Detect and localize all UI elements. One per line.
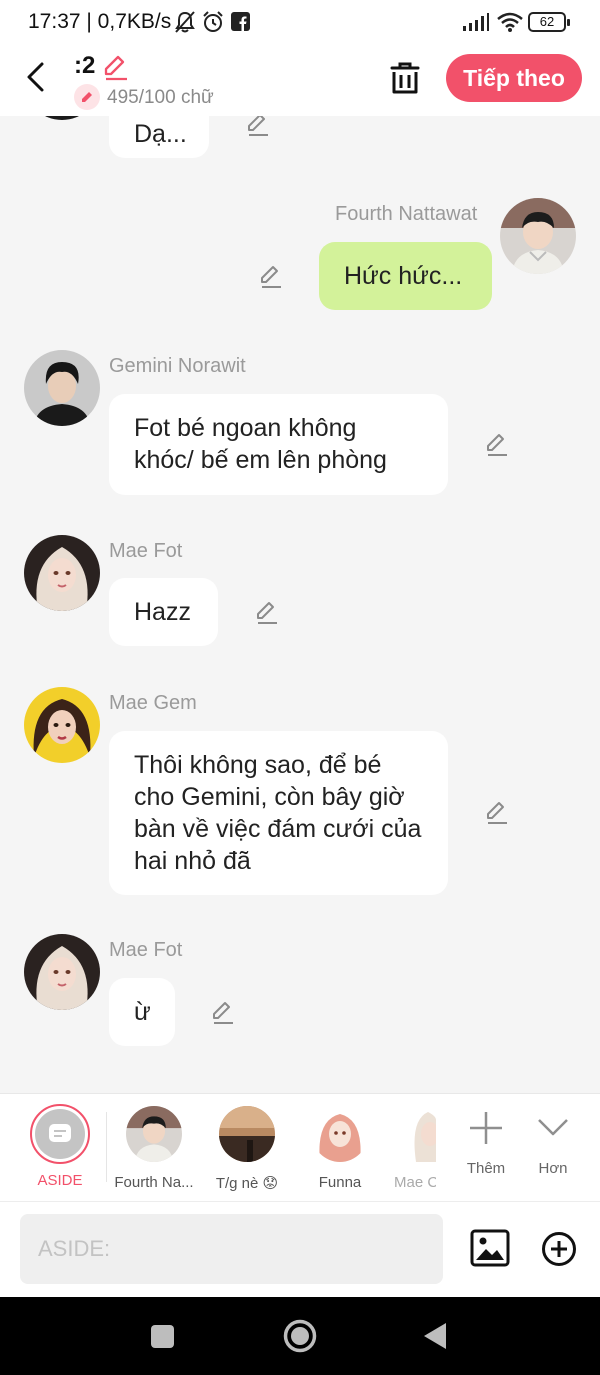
chat-area[interactable]: Dạ... Fourth Nattawat Hức hức... Gemini … bbox=[0, 116, 600, 1093]
character-mae[interactable]: Mae C bbox=[380, 1104, 436, 1191]
message-text: Dạ... bbox=[134, 120, 187, 148]
next-button[interactable]: Tiếp theo bbox=[446, 54, 582, 102]
avatar-gemini[interactable] bbox=[24, 350, 100, 426]
character-label: Fourth Na... bbox=[114, 1174, 194, 1191]
signal-icon bbox=[463, 13, 489, 31]
message-text: ừ bbox=[134, 998, 151, 1026]
message-bubble[interactable]: ừ bbox=[109, 978, 175, 1046]
character-avatar bbox=[126, 1106, 182, 1162]
message-bubble[interactable]: Fot bé ngoan không khóc/ bế em lên phòng bbox=[109, 394, 448, 495]
character-avatar bbox=[219, 1106, 275, 1162]
sender-name: Mae Gem bbox=[109, 692, 197, 714]
home-icon[interactable] bbox=[283, 1319, 317, 1353]
wifi-icon bbox=[497, 12, 523, 32]
edit-message-icon[interactable] bbox=[484, 800, 510, 826]
back-arrow-icon[interactable] bbox=[22, 60, 52, 94]
word-count-pencil-icon bbox=[74, 84, 100, 110]
character-aside[interactable]: ASIDE bbox=[15, 1104, 105, 1189]
back-nav-icon[interactable] bbox=[422, 1321, 448, 1351]
sender-name: Mae Fot bbox=[109, 540, 183, 562]
message-text: Hức hức... bbox=[344, 262, 463, 290]
edit-message-icon[interactable] bbox=[258, 264, 284, 290]
alarm-icon bbox=[203, 11, 223, 32]
plus-icon bbox=[470, 1112, 502, 1144]
edit-message-icon[interactable] bbox=[254, 600, 280, 626]
collapse-button[interactable]: Hơn bbox=[508, 1104, 598, 1177]
avatar-mae-gem[interactable] bbox=[24, 687, 100, 763]
character-label: ASIDE bbox=[37, 1172, 83, 1189]
message-text: Hazz bbox=[134, 598, 191, 626]
character-funna[interactable]: Funna bbox=[295, 1104, 385, 1191]
avatar-fourth[interactable] bbox=[500, 198, 576, 274]
edit-message-icon[interactable] bbox=[210, 1000, 236, 1026]
sender-name: Fourth Nattawat bbox=[335, 203, 478, 225]
character-avatar bbox=[406, 1106, 436, 1162]
sender-name: Gemini Norawit bbox=[109, 355, 246, 377]
message-bubble-mine[interactable]: Hức hức... bbox=[319, 242, 492, 310]
image-icon[interactable] bbox=[470, 1228, 510, 1268]
bell-off-icon bbox=[175, 11, 195, 33]
edit-message-icon[interactable] bbox=[245, 116, 271, 138]
chevron-down-icon bbox=[538, 1119, 568, 1136]
aside-chat-icon bbox=[49, 1124, 71, 1142]
battery-indicator: 62 bbox=[528, 12, 570, 32]
character-picker: ASIDE Fourth Na... T/g nè 😟 Funna Mae C … bbox=[0, 1093, 600, 1201]
edit-title-icon[interactable] bbox=[100, 52, 130, 82]
aside-avatar bbox=[30, 1104, 90, 1164]
word-count: 495/100 chữ bbox=[107, 87, 214, 108]
page-title: :2 bbox=[74, 52, 96, 79]
avatar-mae-fot[interactable] bbox=[24, 934, 100, 1010]
divider bbox=[106, 1112, 107, 1182]
message-input[interactable] bbox=[20, 1214, 443, 1284]
character-fourth[interactable]: Fourth Na... bbox=[109, 1104, 199, 1191]
message-bubble[interactable]: Thôi không sao, để bé cho Gemini, còn bâ… bbox=[109, 731, 448, 895]
system-nav-bar bbox=[0, 1297, 600, 1375]
message-bubble[interactable]: Hazz bbox=[109, 578, 218, 646]
message-text: Fot bé ngoan không khóc/ bế em lên phòng bbox=[134, 414, 387, 474]
avatar-mae-fot[interactable] bbox=[24, 535, 100, 611]
character-avatar bbox=[312, 1106, 368, 1162]
trash-icon[interactable] bbox=[388, 60, 422, 96]
input-bar bbox=[0, 1201, 600, 1297]
avatar[interactable] bbox=[24, 116, 100, 120]
message-bubble[interactable]: Dạ... bbox=[109, 116, 209, 158]
status-bar: 17:37 | 0,7KB/s 62 bbox=[0, 0, 600, 44]
character-label: T/g nè 😟 bbox=[215, 1175, 279, 1192]
collapse-label: Hơn bbox=[538, 1160, 568, 1177]
character-label: Funna bbox=[318, 1174, 362, 1191]
edit-message-icon[interactable] bbox=[484, 432, 510, 458]
add-circle-icon[interactable] bbox=[541, 1231, 577, 1267]
character-tg[interactable]: T/g nè 😟 bbox=[202, 1104, 292, 1192]
status-time: 17:37 | 0,7KB/s bbox=[28, 10, 172, 33]
sender-name: Mae Fot bbox=[109, 939, 183, 961]
message-text: Thôi không sao, để bé cho Gemini, còn bâ… bbox=[134, 751, 422, 875]
facebook-icon bbox=[231, 12, 250, 31]
top-bar: 17:37 | 0,7KB/s 62:2 495/100 chữ Tiếp t… bbox=[0, 0, 600, 116]
character-label: Mae C bbox=[394, 1174, 436, 1191]
recents-icon[interactable] bbox=[150, 1324, 175, 1349]
